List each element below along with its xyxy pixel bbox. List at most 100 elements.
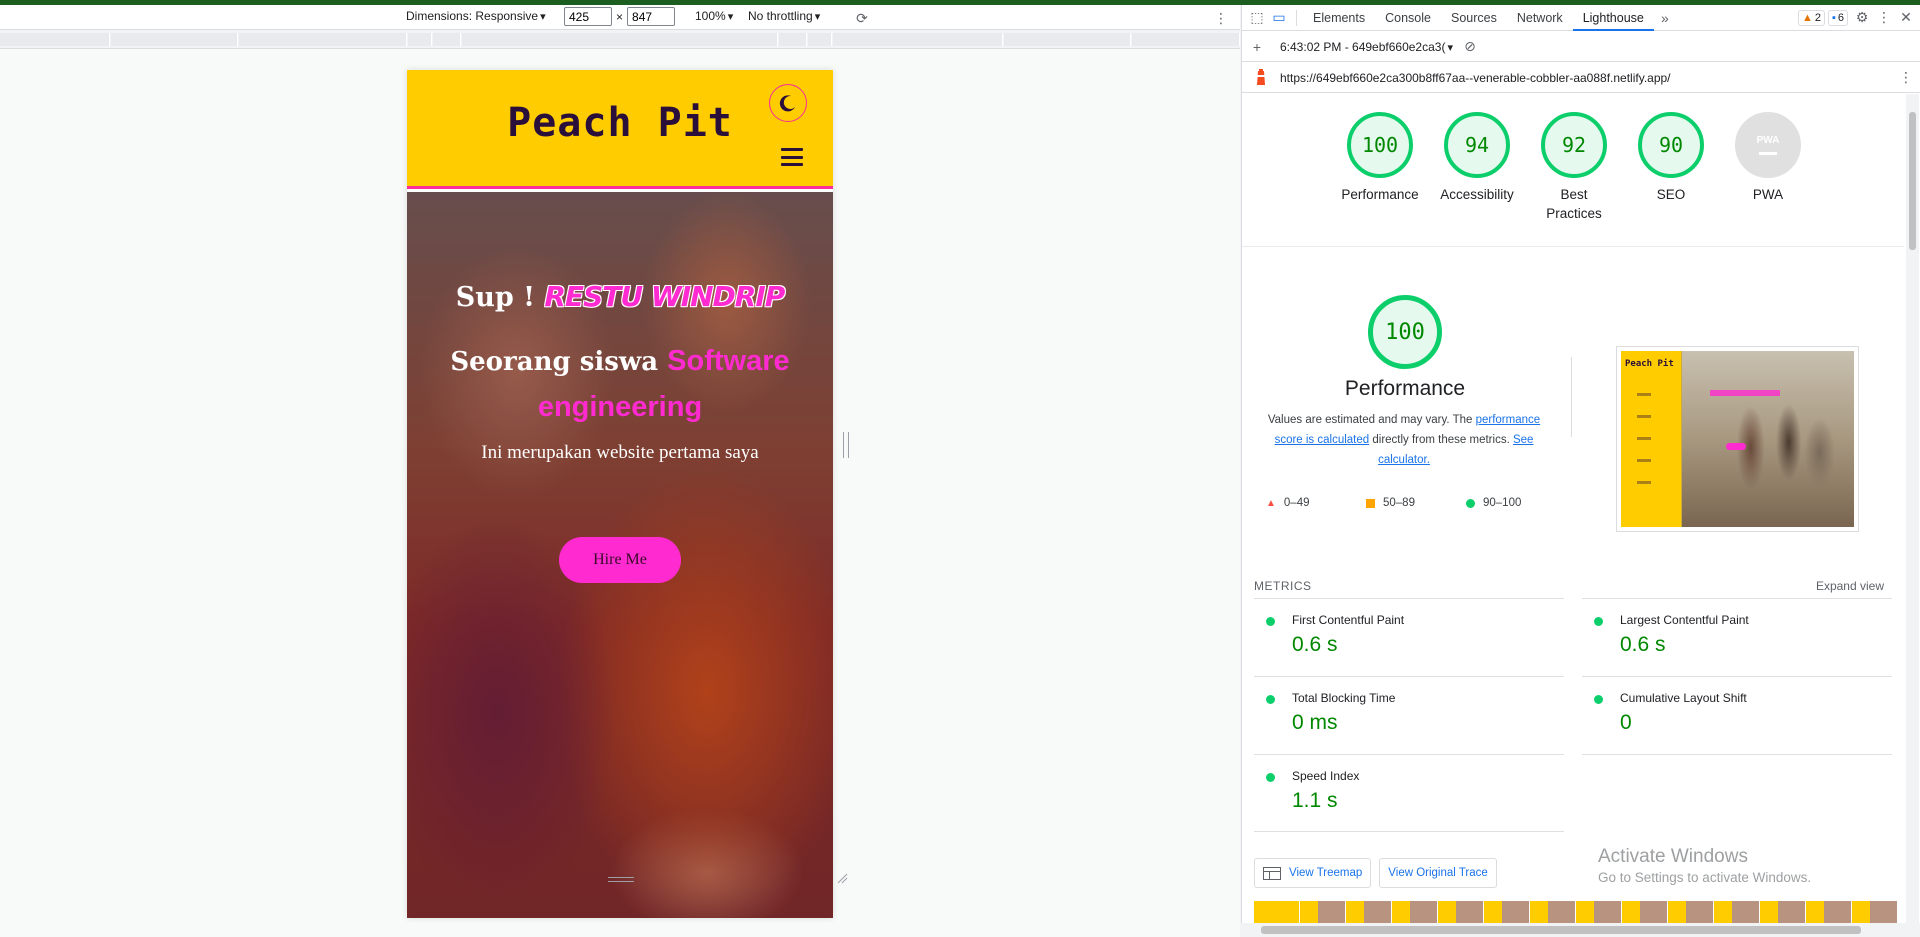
thumbnail-photo [1681, 351, 1854, 527]
fail-triangle-icon: ▲ [1266, 497, 1276, 509]
hamburger-menu-icon[interactable] [781, 148, 803, 166]
metric-name: Cumulative Layout Shift [1620, 691, 1747, 705]
view-original-trace-button[interactable]: View Original Trace [1379, 858, 1497, 888]
ruler-segment[interactable] [111, 33, 238, 46]
horizontal-scrollbar[interactable] [1241, 923, 1920, 937]
more-options-icon[interactable]: ⋮ [1210, 7, 1232, 29]
gauge-label: Accessibility [1440, 187, 1514, 202]
device-toolbar: Dimensions: Responsive × 100% No throttl… [0, 5, 1240, 30]
performance-big-score: 100 [1368, 295, 1442, 369]
zoom-dropdown[interactable]: 100% [695, 9, 733, 23]
throttling-dropdown[interactable]: No throttling [748, 9, 820, 23]
tab-sources[interactable]: Sources [1441, 5, 1507, 31]
warning-icon: ▲ [1801, 11, 1813, 24]
inspect-element-icon[interactable]: ⬚ [1246, 7, 1268, 29]
media-query-ruler[interactable] [0, 31, 1240, 49]
report-selector[interactable]: 6:43:02 PM - 649ebf660e2ca3( [1280, 40, 1453, 54]
metric-lcp: Largest Contentful Paint 0.6 s [1582, 598, 1892, 676]
width-input[interactable] [564, 7, 612, 26]
height-input[interactable] [627, 7, 676, 26]
ruler-segment[interactable] [808, 33, 832, 46]
performance-description: Values are estimated and may vary. The p… [1254, 410, 1554, 470]
average-square-icon [1366, 498, 1375, 508]
legend-fail: ▲ 0–49 [1266, 497, 1366, 509]
ruler-segment[interactable] [433, 33, 461, 46]
device-viewport-area: Peach Pit Sup ! RESTU WINDRIP Seorang si… [0, 49, 1240, 937]
performance-title: Performance [1344, 377, 1466, 400]
legend-label: 0–49 [1283, 497, 1310, 509]
view-trace-label: View Original Trace [1388, 867, 1488, 879]
ruler-segment[interactable] [462, 33, 778, 46]
legend-label: 50–89 [1383, 497, 1415, 509]
pass-circle-icon [1266, 695, 1275, 704]
hire-me-button[interactable]: Hire Me [559, 537, 681, 583]
report-url-bar: https://649ebf660e2ca300b8ff67aa--venera… [1242, 63, 1920, 93]
ruler-segment[interactable] [1132, 33, 1240, 46]
warnings-badge[interactable]: ▲ 2 [1797, 9, 1825, 26]
ruler-segment[interactable] [779, 33, 807, 46]
activate-windows-text: Activate Windows [1598, 846, 1748, 867]
metric-cls: Cumulative Layout Shift 0 [1582, 676, 1892, 754]
ruler-segment[interactable] [408, 33, 432, 46]
legend-pass: 90–100 [1466, 497, 1566, 509]
expand-view-toggle[interactable]: Expand view [1816, 579, 1884, 593]
ruler-segment[interactable] [833, 33, 1003, 46]
final-screenshot-thumbnail[interactable]: Peach Pit [1616, 346, 1859, 532]
resize-handle-bottom[interactable] [608, 877, 634, 882]
moon-icon [779, 95, 795, 112]
gauge-seo[interactable]: 90 SEO [1626, 112, 1716, 204]
devtools-menu-icon[interactable]: ⋮ [1873, 7, 1895, 29]
hero-section: Sup ! RESTU WINDRIP Seorang siswa Softwa… [407, 192, 833, 918]
tab-network[interactable]: Network [1507, 5, 1573, 31]
report-menu-icon[interactable]: ⋮ [1895, 67, 1917, 89]
metric-speed-index: Speed Index 1.1 s [1254, 754, 1564, 832]
device-toolbar-icon[interactable]: ▭ [1268, 7, 1290, 29]
pass-circle-icon [1594, 617, 1603, 626]
view-treemap-button[interactable]: View Treemap [1254, 858, 1372, 888]
close-icon[interactable]: ✕ [1895, 7, 1917, 29]
lighthouse-logo-icon [1252, 68, 1270, 88]
tab-lighthouse[interactable]: Lighthouse [1572, 5, 1654, 31]
hero-description: Ini merupakan website pertama saya [481, 442, 759, 463]
metric-value: 1.1 s [1292, 789, 1338, 812]
lighthouse-toolbar: + 6:43:02 PM - 649ebf660e2ca3( ⊘ [1242, 32, 1920, 62]
metric-name: Largest Contentful Paint [1620, 613, 1749, 627]
metric-value: 0 ms [1292, 711, 1338, 734]
more-tabs-icon[interactable]: » [1654, 7, 1676, 29]
metric-name: Total Blocking Time [1292, 691, 1396, 705]
windows-activation-watermark: Activate Windows Go to Settings to activ… [1598, 846, 1811, 885]
lighthouse-report: 100 Performance 94 Accessibility 92 Best… [1242, 94, 1904, 927]
activate-windows-hint: Go to Settings to activate Windows. [1598, 870, 1812, 885]
metric-fcp: First Contentful Paint 0.6 s [1254, 598, 1564, 676]
gauge-pwa[interactable]: PWA PWA [1723, 112, 1813, 204]
dimensions-dropdown[interactable]: Dimensions: Responsive [406, 9, 546, 23]
metric-value: 0 [1620, 711, 1632, 734]
settings-gear-icon[interactable]: ⚙ [1851, 7, 1873, 29]
desc-text: directly from these metrics. [1369, 434, 1513, 446]
scrollbar-thumb[interactable] [1909, 112, 1916, 250]
metrics-heading: METRICS [1254, 579, 1312, 593]
clear-reports-icon[interactable]: ⊘ [1459, 36, 1481, 58]
gauge-best-practices[interactable]: 92 Best Practices [1529, 112, 1619, 223]
gauge-performance[interactable]: 100 Performance [1335, 112, 1425, 204]
resize-corner-icon[interactable] [836, 872, 848, 884]
thumbnail-title: Peach Pit [1625, 359, 1674, 369]
scrollbar-thumb[interactable] [1261, 926, 1861, 934]
ruler-segment[interactable] [0, 33, 110, 46]
report-url[interactable]: https://649ebf660e2ca300b8ff67aa--venera… [1280, 71, 1671, 85]
score-accessibility: 94 [1444, 112, 1510, 178]
resize-handle-right[interactable] [843, 432, 849, 458]
vertical-scrollbar[interactable] [1906, 94, 1919, 927]
dark-mode-toggle[interactable] [769, 84, 807, 122]
new-report-plus-icon[interactable]: + [1246, 36, 1268, 58]
emulated-page: Peach Pit Sup ! RESTU WINDRIP Seorang si… [407, 70, 833, 918]
tab-console[interactable]: Console [1375, 5, 1441, 31]
rotate-icon[interactable]: ⟳ [851, 7, 873, 29]
tab-elements[interactable]: Elements [1303, 5, 1375, 31]
ruler-segment[interactable] [239, 33, 407, 46]
pwa-badge-icon: PWA [1735, 112, 1801, 178]
score-seo: 90 [1638, 112, 1704, 178]
ruler-segment[interactable] [1004, 33, 1131, 46]
gauge-accessibility[interactable]: 94 Accessibility [1432, 112, 1522, 204]
messages-badge[interactable]: ▪ 6 [1827, 9, 1848, 26]
